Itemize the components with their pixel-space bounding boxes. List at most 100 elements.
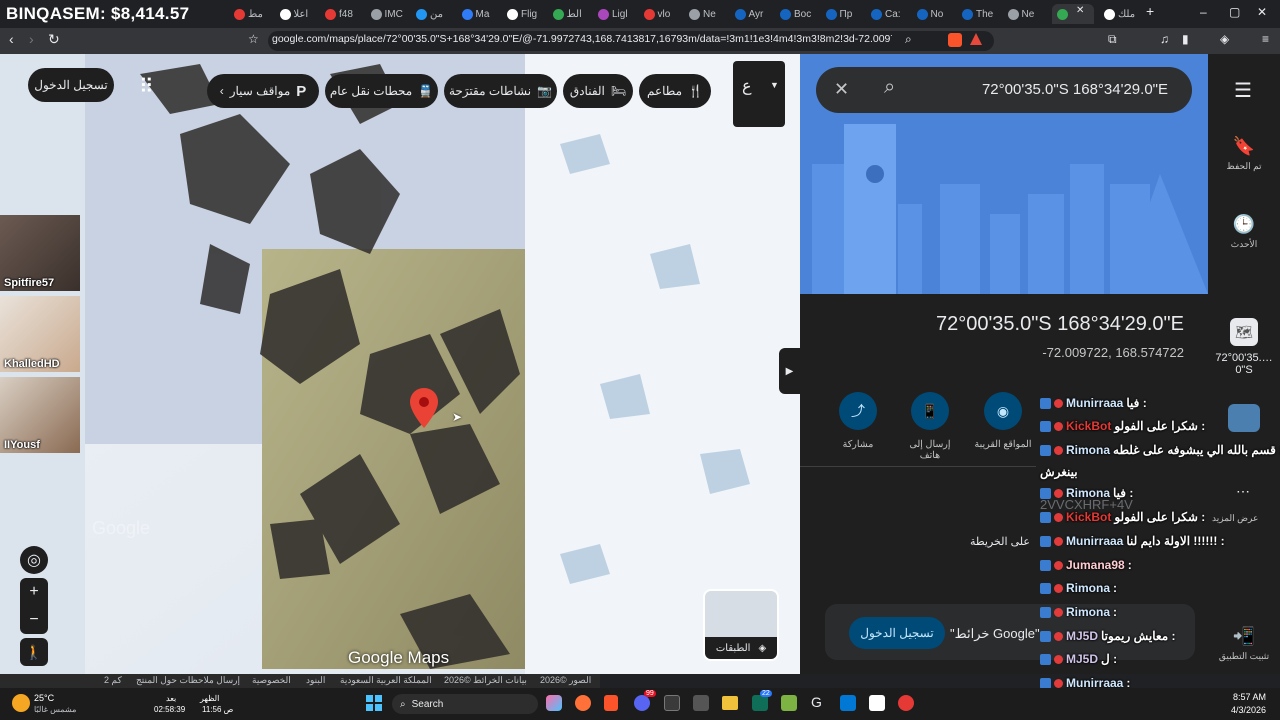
- tab-current-page[interactable]: ملك: [1104, 4, 1140, 24]
- chat-username[interactable]: Rimona: [1066, 605, 1110, 619]
- terms-link[interactable]: البنود: [306, 675, 325, 686]
- chat-username[interactable]: Rimona: [1066, 443, 1110, 457]
- file-explorer-icon[interactable]: [722, 696, 738, 710]
- tab-3[interactable]: IMC: [370, 4, 407, 24]
- clear-search-icon[interactable]: ✕: [834, 79, 849, 100]
- nearby-action[interactable]: ◉ المواقع القريبة: [973, 392, 1033, 450]
- wallet-icon[interactable]: ◈: [1220, 32, 1229, 46]
- tab-10[interactable]: Ne: [689, 4, 725, 24]
- dropdown-caret-icon[interactable]: ▼: [770, 80, 779, 90]
- layers-button[interactable]: الطبقات ◈: [703, 589, 779, 661]
- search-input[interactable]: 72°00'35.0"S 168°34'29.0"E: [930, 81, 1168, 98]
- app3-icon[interactable]: G: [811, 694, 822, 710]
- tab-14[interactable]: Ca:: [871, 4, 907, 24]
- minimize-button[interactable]: –: [1200, 5, 1207, 19]
- tab-15[interactable]: No: [916, 4, 953, 24]
- share-action[interactable]: ⤴ مشاركة: [828, 392, 888, 450]
- chat-username[interactable]: MJ5D: [1066, 629, 1098, 643]
- signin-banner-button[interactable]: تسجيل الدخول: [849, 617, 945, 649]
- chat-username[interactable]: Munirraaa: [1066, 396, 1123, 410]
- tab-16[interactable]: The: [962, 4, 998, 24]
- chat-username[interactable]: KickBot: [1066, 510, 1111, 524]
- map-canvas[interactable]: ➤ Google Google Maps: [0, 54, 800, 674]
- extensions-icon[interactable]: ⧉: [1108, 32, 1117, 47]
- notion-icon[interactable]: [869, 695, 885, 711]
- search-icon[interactable]: ⌕: [884, 76, 895, 99]
- brave-shield-icon[interactable]: [948, 33, 962, 47]
- obs-icon[interactable]: [664, 695, 680, 711]
- reload-icon[interactable]: ↻: [48, 31, 60, 48]
- media-icon[interactable]: ♫: [1160, 32, 1169, 46]
- pill-hotels[interactable]: الفنادق 🛏: [563, 74, 633, 108]
- tab-5[interactable]: Ma: [461, 4, 498, 24]
- my-location-button[interactable]: ◎: [20, 546, 48, 574]
- window-close-button[interactable]: ✕: [1257, 5, 1267, 19]
- tab-1[interactable]: اعلا: [279, 4, 316, 24]
- region-link[interactable]: المملكة العربية السعودية: [340, 675, 432, 686]
- windows-start-icon[interactable]: [366, 695, 382, 711]
- hamburger-menu-icon[interactable]: ☰: [1234, 78, 1252, 103]
- map-signin-button[interactable]: تسجيل الدخول: [28, 68, 114, 102]
- pill-restaurants[interactable]: مطاعم 🍴: [639, 74, 711, 108]
- tab-17[interactable]: Ne: [1007, 4, 1044, 24]
- zoom-out-button[interactable]: −: [20, 606, 48, 634]
- new-tab-button[interactable]: +: [1146, 3, 1154, 19]
- tab-0[interactable]: مط: [234, 4, 270, 24]
- brave-icon[interactable]: [604, 695, 618, 711]
- tab-2[interactable]: f48: [325, 4, 361, 24]
- send-to-phone-action[interactable]: 📱 إرسال إلى هاتف: [900, 392, 960, 461]
- pill-activities[interactable]: نشاطات مقترَحة 📷: [444, 74, 557, 108]
- app4-icon[interactable]: [898, 695, 914, 711]
- url-text[interactable]: google.com/maps/place/72°00'35.0"S+168°3…: [272, 33, 892, 49]
- tab-4[interactable]: من: [416, 4, 452, 24]
- app2-icon[interactable]: [781, 695, 797, 711]
- send-feedback-link[interactable]: إرسال ملاحظات حول المنتج: [136, 675, 240, 686]
- clock-date[interactable]: 4/3/2026: [1208, 705, 1266, 715]
- tab-close-icon[interactable]: ✕: [1076, 5, 1084, 16]
- tab-active[interactable]: [1052, 4, 1094, 24]
- bookmark-icon[interactable]: ☆: [248, 32, 259, 46]
- rail-recent[interactable]: 🕒 الأحدث: [1208, 214, 1280, 250]
- chat-username[interactable]: Munirraaa: [1066, 534, 1123, 548]
- tab-9[interactable]: vlo: [643, 4, 680, 24]
- weather-text[interactable]: مشمس غالبًا: [34, 705, 76, 714]
- sidebar-icon[interactable]: ▮: [1182, 32, 1189, 46]
- zoom-in-button[interactable]: +: [20, 578, 48, 606]
- weather-temp[interactable]: 25°C: [34, 693, 54, 703]
- location-pin-icon[interactable]: [410, 388, 438, 428]
- back-icon[interactable]: ‹: [9, 31, 14, 47]
- tab-11[interactable]: Ayr: [734, 4, 771, 24]
- chat-username[interactable]: Rimona: [1066, 581, 1110, 595]
- chat-username[interactable]: Rimona: [1066, 486, 1110, 500]
- forward-icon[interactable]: ›: [29, 31, 34, 47]
- language-icon[interactable]: ع: [742, 76, 752, 96]
- chat-username[interactable]: Jumana98: [1066, 558, 1125, 572]
- taskbar-search[interactable]: ⌕ Search: [392, 694, 538, 714]
- menu-icon[interactable]: ≡: [1262, 32, 1269, 46]
- tab-6[interactable]: Flig: [507, 4, 543, 24]
- copilot-icon[interactable]: [546, 695, 562, 711]
- kick-app-icon[interactable]: [752, 695, 768, 711]
- tab-12[interactable]: Boc: [780, 4, 816, 24]
- chat-username[interactable]: MJ5D: [1066, 652, 1098, 666]
- privacy-link[interactable]: الخصوصية: [252, 675, 291, 686]
- apps-grid-icon[interactable]: ⠿: [139, 74, 154, 99]
- discord-icon[interactable]: [634, 695, 650, 711]
- map-menu-stub[interactable]: [733, 61, 785, 127]
- pill-parking[interactable]: ‹ مواقف سيار P: [207, 74, 319, 108]
- vscode-icon[interactable]: [840, 695, 856, 711]
- maximize-button[interactable]: ▢: [1229, 5, 1240, 19]
- collapse-panel-button[interactable]: ▶: [779, 348, 800, 394]
- tab-7[interactable]: الط: [552, 4, 589, 24]
- app-icon[interactable]: [693, 695, 709, 711]
- clock-time[interactable]: 8:57 AM: [1208, 692, 1266, 702]
- firefox-icon[interactable]: [575, 695, 591, 711]
- rail-saved[interactable]: 🔖 تم الحفظ: [1208, 136, 1280, 172]
- tab-13[interactable]: Пр: [825, 4, 862, 24]
- pill-transit[interactable]: محطات نقل عام 🚆: [325, 74, 438, 108]
- zoom-icon[interactable]: ⌕: [905, 32, 912, 47]
- pegman-icon[interactable]: 🚶: [20, 638, 48, 666]
- rail-current-place[interactable]: 🗺 72°00'35.…0"S: [1208, 318, 1280, 376]
- brave-rewards-icon[interactable]: [970, 33, 982, 45]
- tab-8[interactable]: Ligl: [598, 4, 634, 24]
